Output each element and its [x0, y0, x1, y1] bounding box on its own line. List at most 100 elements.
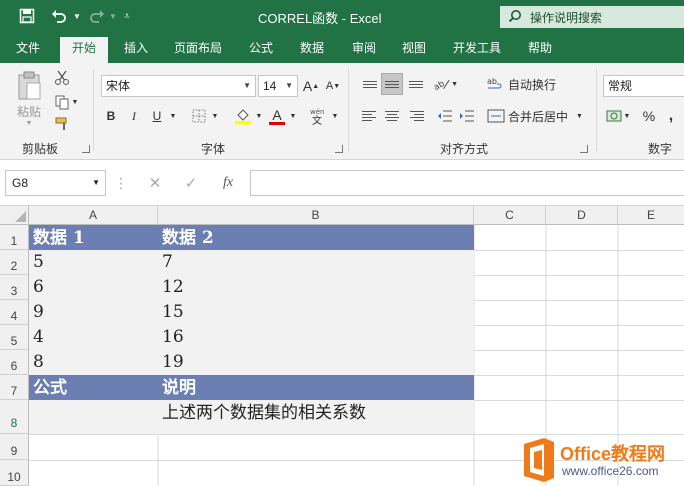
cell-b1[interactable]: 数据 2 — [158, 225, 474, 250]
fill-color-dropdown-icon[interactable]: ▼ — [254, 105, 264, 127]
cell-b7[interactable]: 说明 — [158, 375, 474, 400]
row-header-3[interactable]: 3 — [0, 275, 29, 300]
font-size-combo[interactable]: 14 ▼ — [258, 75, 298, 97]
tab-formulas[interactable]: 公式 — [241, 39, 281, 63]
customize-toolbar-icon[interactable]: ⩡ — [120, 6, 134, 26]
column-header-c[interactable]: C — [474, 206, 546, 225]
phonetic-dropdown-icon[interactable]: ▼ — [330, 105, 340, 127]
cancel-entry-icon[interactable]: ✕ — [144, 174, 166, 192]
select-all-corner[interactable] — [0, 206, 29, 225]
redo-icon[interactable] — [86, 6, 108, 26]
italic-button[interactable]: I — [124, 105, 144, 127]
row-header-8[interactable]: 8 — [0, 400, 29, 434]
tab-insert[interactable]: 插入 — [116, 39, 156, 63]
font-color-dropdown-icon[interactable]: ▼ — [288, 105, 298, 127]
watermark-url: www.office26.com — [562, 464, 659, 478]
enter-entry-icon[interactable]: ✓ — [180, 174, 202, 192]
borders-icon[interactable] — [188, 105, 210, 127]
decrease-indent-icon[interactable] — [434, 105, 456, 127]
formula-bar-grip-icon: ⋮ — [114, 174, 128, 191]
undo-icon[interactable] — [48, 6, 70, 26]
row-header-6[interactable]: 6 — [0, 350, 29, 375]
save-icon[interactable] — [16, 6, 38, 26]
tell-me-search[interactable]: 操作说明搜索 — [500, 6, 684, 28]
cell-a1[interactable]: 数据 1 — [29, 225, 158, 250]
align-right-icon[interactable] — [405, 105, 427, 127]
tab-view[interactable]: 视图 — [394, 39, 434, 63]
row-header-2[interactable]: 2 — [0, 250, 29, 275]
wrap-text-button[interactable]: ab 自动换行 — [487, 73, 567, 95]
tab-developer[interactable]: 开发工具 — [445, 39, 509, 63]
font-size-value: 14 — [263, 79, 277, 93]
comma-style-button[interactable]: , — [662, 105, 680, 127]
format-painter-icon[interactable] — [52, 115, 72, 133]
number-format-combo[interactable]: 常规 — [603, 75, 684, 97]
merge-center-icon — [487, 109, 505, 123]
tab-home[interactable]: 开始 — [60, 37, 109, 63]
tab-data[interactable]: 数据 — [292, 39, 332, 63]
cell-a8[interactable] — [29, 400, 158, 434]
phonetic-guide-icon[interactable]: wén 文 — [306, 105, 330, 127]
paste-button[interactable]: 粘贴 ▼ — [10, 69, 48, 129]
accounting-format-icon[interactable]: ▼ — [603, 105, 633, 127]
cell-b5[interactable]: 16 — [158, 325, 474, 350]
cell-a7[interactable]: 公式 — [29, 375, 158, 400]
row-header-7[interactable]: 7 — [0, 375, 29, 400]
alignment-launcher-icon[interactable] — [580, 145, 588, 153]
row-header-10[interactable]: 10 — [0, 460, 29, 486]
cell-a6[interactable]: 8 — [29, 350, 158, 375]
align-top-icon[interactable] — [359, 73, 381, 95]
bold-button[interactable]: B — [101, 105, 121, 127]
cell-b6[interactable]: 19 — [158, 350, 474, 375]
underline-button[interactable]: U — [147, 105, 167, 127]
font-launcher-icon[interactable] — [335, 145, 343, 153]
decrease-font-size-button[interactable]: A ▼ — [323, 75, 343, 97]
column-header-d[interactable]: D — [546, 206, 618, 225]
align-bottom-icon[interactable] — [405, 73, 427, 95]
alignment-group-label: 对齐方式 — [440, 142, 489, 156]
tab-review[interactable]: 审阅 — [344, 39, 384, 63]
increase-font-size-button[interactable]: A ▲ — [301, 75, 321, 97]
row-header-5[interactable]: 5 — [0, 325, 29, 350]
cell-b8[interactable]: 上述两个数据集的相关系数 — [158, 400, 474, 434]
search-icon — [508, 9, 530, 26]
cut-icon[interactable] — [52, 69, 72, 87]
tab-help[interactable]: 帮助 — [520, 39, 560, 63]
name-box[interactable]: G8 ▼ — [5, 170, 106, 196]
row-header-4[interactable]: 4 — [0, 300, 29, 325]
align-left-icon[interactable] — [359, 105, 381, 127]
increase-indent-icon[interactable] — [456, 105, 478, 127]
row-header-1[interactable]: 1 — [0, 225, 29, 250]
cell-a5[interactable]: 4 — [29, 325, 158, 350]
cell-b4[interactable]: 15 — [158, 300, 474, 325]
align-center-icon[interactable] — [381, 105, 403, 127]
percent-style-button[interactable]: % — [640, 105, 658, 127]
tab-file[interactable]: 文件 — [8, 39, 48, 63]
svg-text:ab: ab — [434, 79, 446, 92]
font-color-button[interactable]: A — [266, 105, 288, 127]
insert-function-icon[interactable]: fx — [216, 174, 240, 192]
cell-b2[interactable]: 7 — [158, 250, 474, 275]
cell-b3[interactable]: 12 — [158, 275, 474, 300]
font-name-combo[interactable]: 宋体 ▼ — [101, 75, 256, 97]
merge-center-button[interactable]: 合并后居中 ▼ — [487, 105, 587, 127]
cell-a3[interactable]: 6 — [29, 275, 158, 300]
undo-dropdown-icon[interactable]: ▼ — [72, 6, 82, 26]
row-header-9[interactable]: 9 — [0, 434, 29, 460]
column-header-b[interactable]: B — [158, 206, 474, 225]
svg-text:wén: wén — [310, 108, 324, 116]
align-middle-icon[interactable] — [381, 73, 403, 95]
clipboard-launcher-icon[interactable] — [82, 145, 90, 153]
copy-icon[interactable]: ▼ — [52, 93, 80, 111]
fill-color-icon[interactable] — [231, 105, 255, 127]
tab-page-layout[interactable]: 页面布局 — [166, 39, 230, 63]
cell-a2[interactable]: 5 — [29, 250, 158, 275]
column-header-a[interactable]: A — [29, 206, 158, 225]
formula-input[interactable] — [250, 170, 684, 196]
orientation-icon[interactable]: ab ▼ — [434, 73, 458, 95]
cell-a4[interactable]: 9 — [29, 300, 158, 325]
borders-dropdown-icon[interactable]: ▼ — [210, 105, 220, 127]
redo-dropdown-icon[interactable]: ▼ — [108, 6, 118, 26]
column-header-e[interactable]: E — [618, 206, 684, 225]
underline-dropdown-icon[interactable]: ▼ — [167, 105, 179, 127]
